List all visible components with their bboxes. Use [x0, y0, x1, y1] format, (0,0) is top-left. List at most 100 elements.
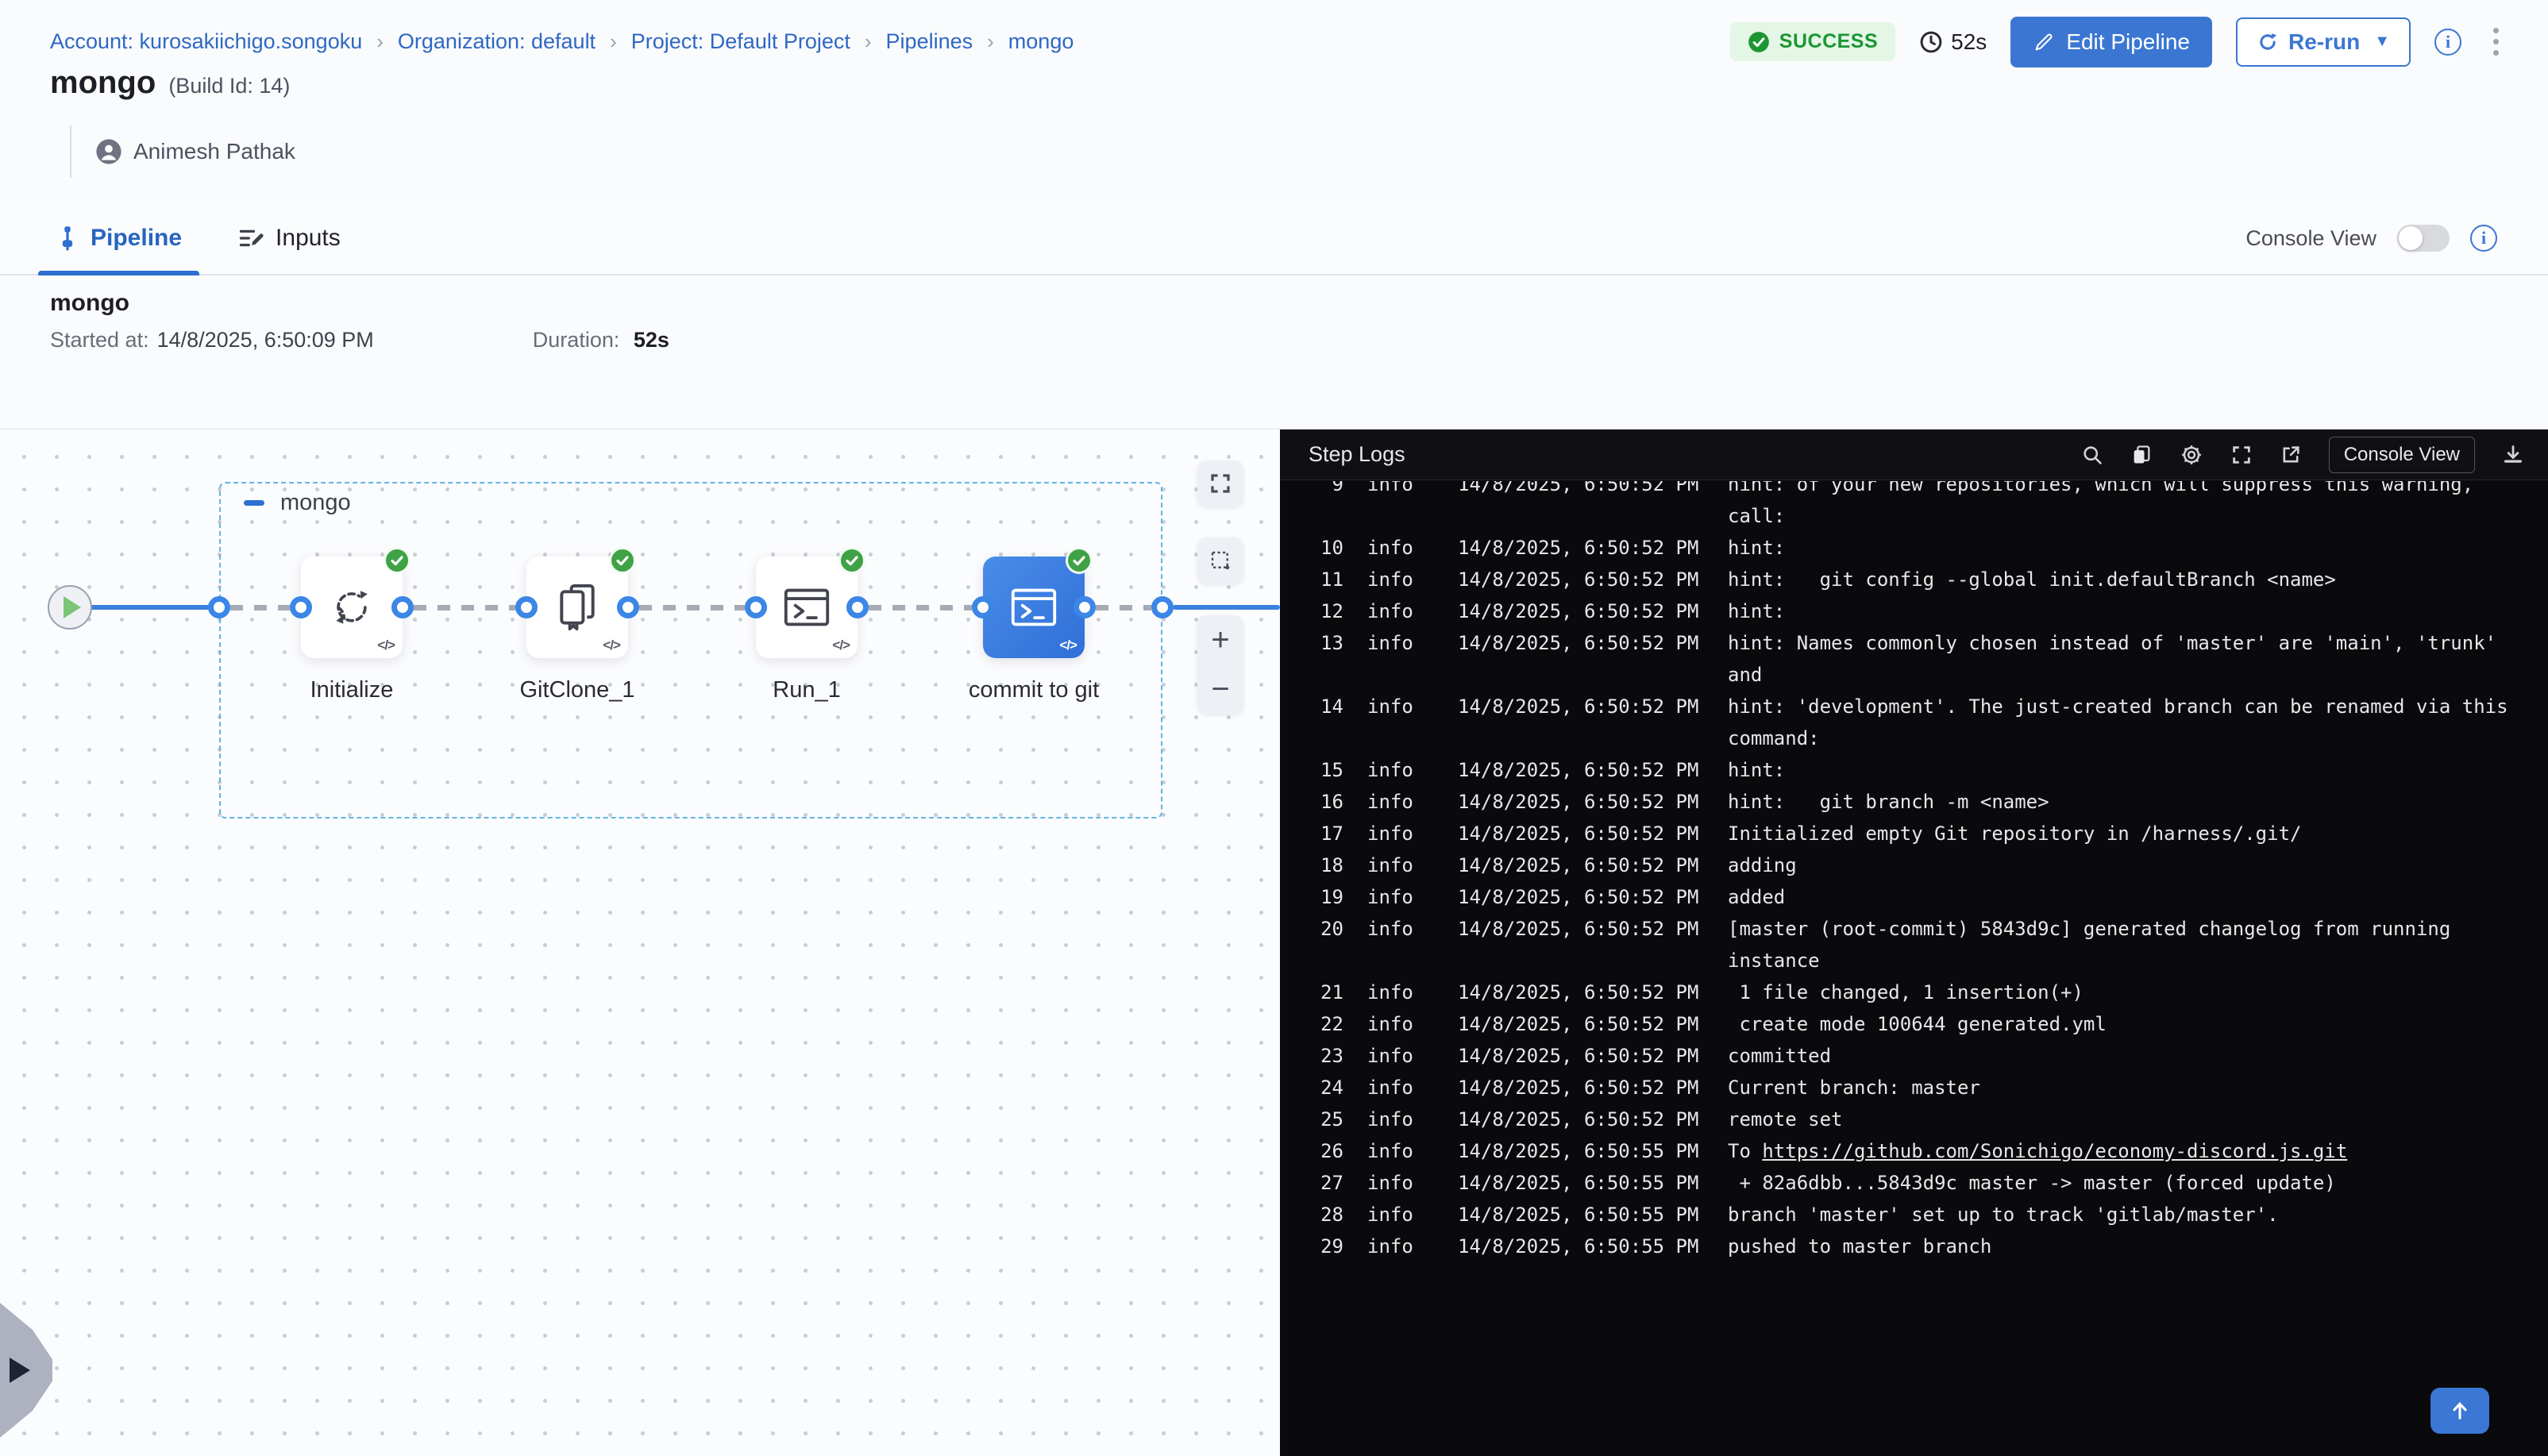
- step-in-port[interactable]: [515, 596, 538, 618]
- log-line-number: 9: [1309, 481, 1343, 532]
- log-row: 19info14/8/2025, 6:50:52 PMadded: [1309, 881, 2524, 913]
- log-line-number: 18: [1309, 849, 1343, 881]
- log-message: hint: 'development'. The just-created br…: [1728, 691, 2524, 722]
- step-node-initialize[interactable]: </>: [301, 557, 403, 658]
- chevron-down-icon: ▼: [2374, 33, 2390, 51]
- breadcrumb-item[interactable]: Pipelines: [886, 29, 973, 54]
- log-link[interactable]: https://github.com/Sonichigo/economy-dis…: [1762, 1140, 2347, 1162]
- expand-icon: [2230, 444, 2253, 466]
- log-level: info: [1367, 1167, 1434, 1199]
- step-in-port[interactable]: [972, 596, 994, 618]
- log-level: info: [1367, 849, 1434, 881]
- log-line-number: 15: [1309, 754, 1343, 786]
- step-in-port[interactable]: [290, 596, 312, 618]
- log-line-number: 29: [1309, 1231, 1343, 1262]
- log-level: info: [1367, 1040, 1434, 1072]
- breadcrumb-item[interactable]: Project: Default Project: [631, 29, 850, 54]
- success-check-icon: [838, 547, 865, 574]
- log-copy-button[interactable]: [2130, 444, 2153, 466]
- log-message: call:: [1728, 500, 2524, 532]
- log-message: command:: [1728, 722, 2524, 754]
- log-message: hint: git config --global init.defaultBr…: [1728, 564, 2524, 595]
- tab-pipeline-label: Pipeline: [91, 225, 182, 252]
- breadcrumb-item[interactable]: Organization: default: [398, 29, 596, 54]
- elapsed-time: 52s: [1919, 29, 1987, 55]
- build-title-row: mongo (Build Id: 14): [50, 65, 290, 101]
- canvas-left-expand-handle[interactable]: [0, 1303, 52, 1438]
- log-message: hint: Names commonly chosen instead of '…: [1728, 627, 2524, 659]
- log-line-number: 17: [1309, 818, 1343, 849]
- log-message: hint:: [1728, 595, 2524, 627]
- log-message: instance: [1728, 945, 2524, 976]
- log-timestamp: 14/8/2025, 6:50:52 PM: [1458, 595, 1704, 627]
- tab-bar: Pipeline Inputs Console View i: [0, 202, 2548, 275]
- zoom-out-button[interactable]: −: [1197, 664, 1243, 714]
- edit-pipeline-button[interactable]: Edit Pipeline: [2010, 17, 2212, 67]
- log-line-number: 22: [1309, 1008, 1343, 1040]
- log-settings-button[interactable]: [2180, 443, 2203, 467]
- log-message: Initialized empty Git repository in /har…: [1728, 818, 2524, 849]
- log-timestamp: 14/8/2025, 6:50:52 PM: [1458, 818, 1704, 849]
- step-label: Initialize: [233, 677, 471, 703]
- group-out-port[interactable]: [1151, 596, 1174, 618]
- log-timestamp: 14/8/2025, 6:50:52 PM: [1458, 754, 1704, 786]
- zoom-in-button[interactable]: +: [1197, 615, 1243, 664]
- success-check-icon: [384, 547, 411, 574]
- log-open-external-button[interactable]: [2280, 444, 2302, 466]
- step-out-port[interactable]: [1074, 596, 1096, 618]
- edge-connector: [1096, 605, 1151, 611]
- step-node-commit-to-git[interactable]: </>: [983, 557, 1085, 658]
- step-node-gitclone_1[interactable]: </>: [526, 557, 628, 658]
- pencil-icon: [2033, 31, 2055, 53]
- scroll-to-top-button[interactable]: [2430, 1388, 2489, 1434]
- log-row: 26info14/8/2025, 6:50:55 PMTo https://gi…: [1309, 1135, 2524, 1167]
- info-icon[interactable]: i: [2434, 29, 2461, 56]
- log-level: info: [1367, 691, 1434, 754]
- log-fullscreen-button[interactable]: [2230, 444, 2253, 466]
- tab-pipeline[interactable]: Pipeline: [56, 202, 182, 274]
- canvas-fit-selection-button[interactable]: [1197, 537, 1243, 584]
- log-level: info: [1367, 595, 1434, 627]
- log-message: adding: [1728, 849, 2524, 881]
- rerun-button[interactable]: Re-run ▼: [2236, 17, 2411, 67]
- canvas-fullscreen-button[interactable]: [1197, 460, 1243, 507]
- step-node-run_1[interactable]: </>: [756, 557, 858, 658]
- arrow-up-icon: [2449, 1400, 2471, 1422]
- breadcrumb-item[interactable]: Account: kurosakiichigo.songoku: [50, 29, 362, 54]
- log-console-view-button[interactable]: Console View: [2329, 437, 2475, 473]
- log-timestamp: 14/8/2025, 6:50:52 PM: [1458, 786, 1704, 818]
- log-timestamp: 14/8/2025, 6:50:55 PM: [1458, 1167, 1704, 1199]
- step-out-port[interactable]: [617, 596, 639, 618]
- log-row: 22info14/8/2025, 6:50:52 PM create mode …: [1309, 1008, 2524, 1040]
- breadcrumb-item[interactable]: mongo: [1008, 29, 1074, 54]
- status-badge: SUCCESS: [1730, 22, 1895, 61]
- group-in-port[interactable]: [208, 596, 230, 618]
- pipeline-canvas[interactable]: mongo </>Initialize</>GitClone_1</>Run_1…: [0, 429, 1280, 1456]
- console-view-info-icon[interactable]: i: [2470, 225, 2497, 252]
- log-row: 28info14/8/2025, 6:50:55 PMbranch 'maste…: [1309, 1199, 2524, 1231]
- duration-label: Duration:: [533, 328, 620, 352]
- log-download-button[interactable]: [2502, 444, 2524, 466]
- log-timestamp: 14/8/2025, 6:50:52 PM: [1458, 849, 1704, 881]
- download-icon: [2502, 444, 2524, 466]
- more-options-button[interactable]: [2485, 23, 2507, 60]
- log-line-number: 12: [1309, 595, 1343, 627]
- log-level: info: [1367, 976, 1434, 1008]
- info-glyph: i: [2481, 228, 2486, 248]
- log-message: hint:: [1728, 754, 2524, 786]
- console-view-toggle[interactable]: [2397, 225, 2450, 252]
- tab-inputs[interactable]: Inputs: [239, 202, 341, 274]
- log-search-button[interactable]: [2081, 444, 2103, 466]
- edge-connector: [230, 605, 290, 611]
- log-level: info: [1367, 913, 1434, 976]
- pipeline-start-node[interactable]: [48, 585, 92, 630]
- log-timestamp: 14/8/2025, 6:50:52 PM: [1458, 532, 1704, 564]
- step-out-port[interactable]: [846, 596, 869, 618]
- step-out-port[interactable]: [391, 596, 414, 618]
- log-message: hint: git branch -m <name>: [1728, 786, 2524, 818]
- step-in-port[interactable]: [745, 596, 767, 618]
- edge-connector: [869, 605, 972, 611]
- edge-connector: [639, 605, 745, 611]
- step-logs-content[interactable]: 9info14/8/2025, 6:50:52 PMhint: of your …: [1280, 481, 2548, 1456]
- collapse-group-icon[interactable]: [244, 500, 264, 506]
